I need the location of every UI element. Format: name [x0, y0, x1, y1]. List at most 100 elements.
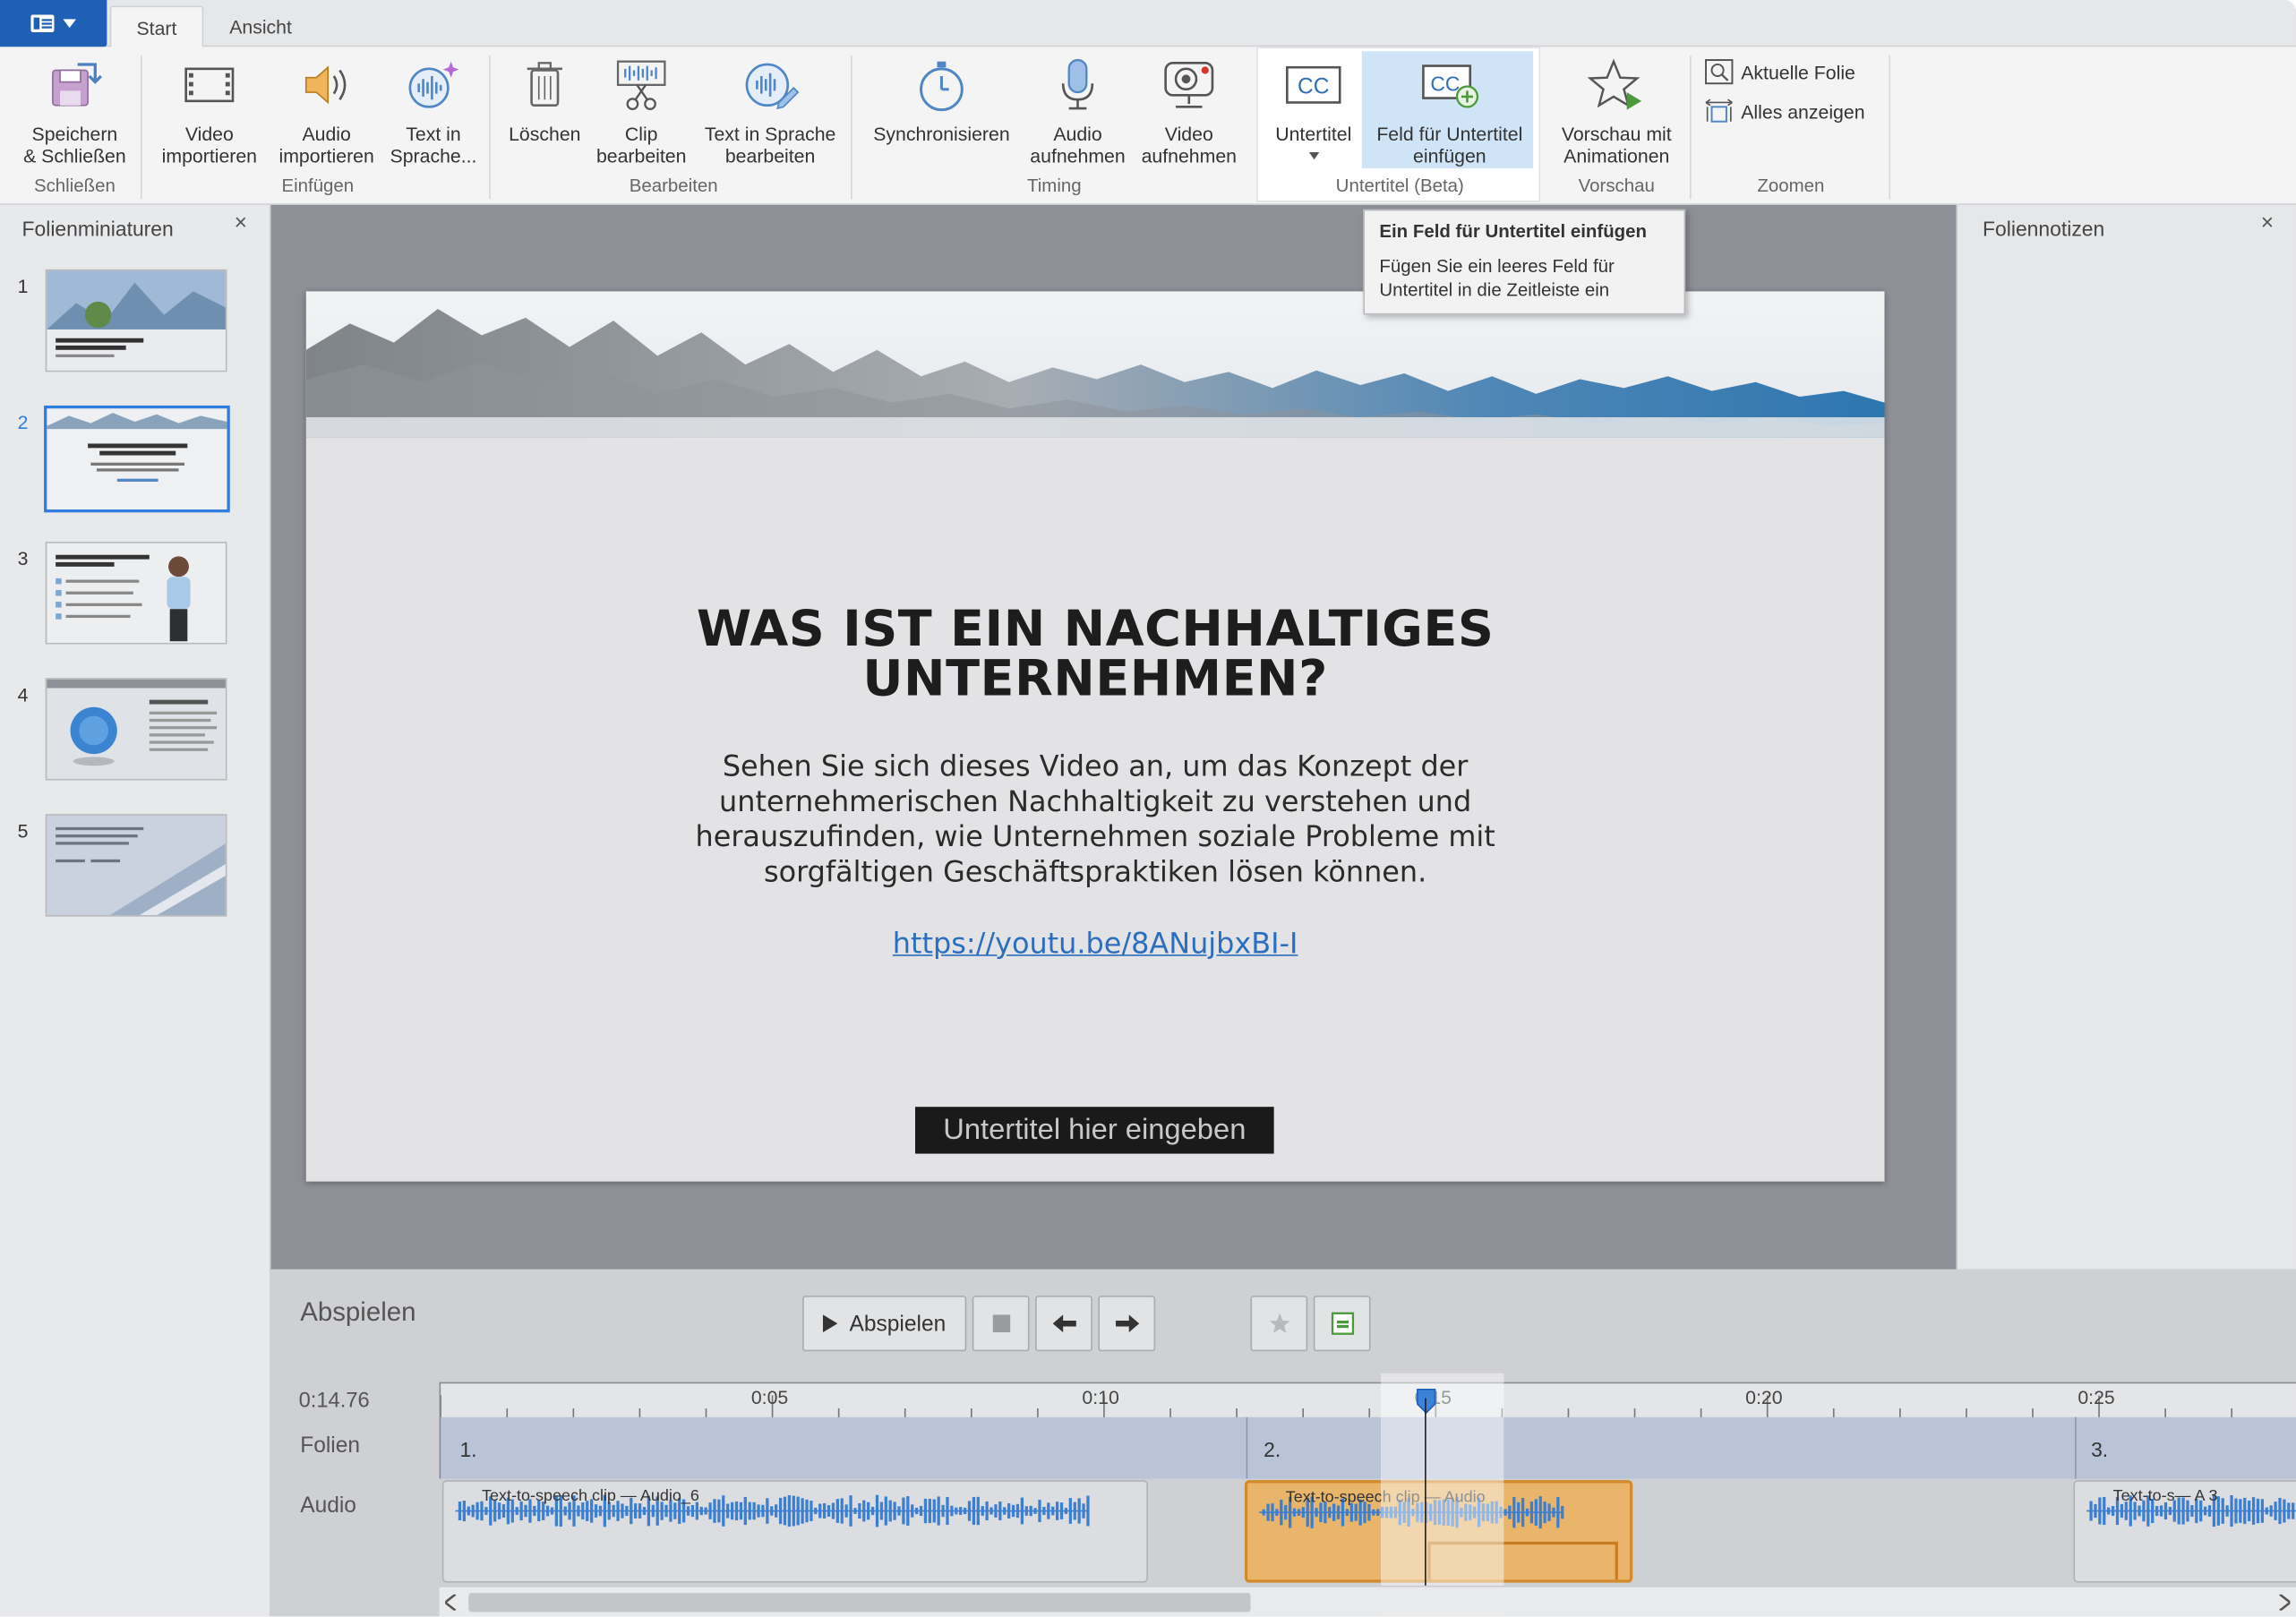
- waveform-bar: [770, 1506, 774, 1516]
- subtitles-button[interactable]: CC Untertitel: [1265, 47, 1362, 178]
- waveform-bar: [515, 1507, 518, 1515]
- waveform-bar: [1020, 1497, 1024, 1525]
- thumbnail-number: 5: [17, 819, 29, 843]
- audio-import-button[interactable]: Audio importieren: [270, 47, 384, 178]
- record-audio-button[interactable]: Audio aufnehmen: [1025, 47, 1131, 178]
- waveform-bar: [1297, 1509, 1301, 1516]
- sync-button[interactable]: Synchronisieren: [861, 47, 1022, 178]
- waveform-bar: [888, 1500, 892, 1522]
- slide-title[interactable]: WAS IST EIN NACHHALTIGES UNTERNEHMEN?: [306, 604, 1885, 704]
- menu-icon: [30, 14, 55, 32]
- group-label-schliessen: Schließen: [33, 175, 116, 197]
- slide-thumbnail-3[interactable]: [45, 542, 227, 645]
- close-icon[interactable]: ×: [235, 210, 247, 235]
- edit-clip-button[interactable]: Clip bearbeiten: [592, 47, 691, 178]
- animation-star-button[interactable]: [1250, 1296, 1308, 1352]
- video-import-button[interactable]: Video importieren: [152, 47, 267, 178]
- show-all-button[interactable]: Alles anzeigen: [1704, 98, 1865, 124]
- waveform-bar: [805, 1499, 809, 1523]
- waveform-bar: [2094, 1503, 2097, 1519]
- app-menu-button[interactable]: [0, 0, 107, 47]
- preview-animations-button[interactable]: Vorschau mit Animationen: [1549, 47, 1683, 178]
- waveform-bar: [467, 1506, 470, 1516]
- waveform-bar: [1529, 1502, 1534, 1524]
- slide-canvas[interactable]: WAS IST EIN NACHHALTIGES UNTERNEHMEN? Se…: [305, 291, 1885, 1182]
- fit-all-icon: [1705, 98, 1733, 123]
- row-label-slides: Folien: [300, 1433, 361, 1459]
- waveform-bar: [1345, 1509, 1349, 1517]
- waveform-bar: [1547, 1503, 1551, 1521]
- cc-add-icon: CC: [1419, 47, 1481, 123]
- current-slide-button[interactable]: Aktuelle Folie: [1704, 58, 1855, 85]
- waveform-bar: [2159, 1505, 2163, 1517]
- waveform-bar: [1556, 1496, 1560, 1528]
- play-button[interactable]: Abspielen: [802, 1296, 967, 1352]
- tab-start[interactable]: Start: [109, 5, 204, 48]
- waveform-bar: [2225, 1505, 2229, 1517]
- ribbon-divider: [1690, 56, 1692, 200]
- waveform-bar: [955, 1507, 958, 1515]
- slide-thumbnail-5[interactable]: [45, 814, 227, 917]
- waveform-bar: [2274, 1502, 2277, 1520]
- waveform-bar: [2103, 1496, 2106, 1526]
- slide-boundary[interactable]: [1246, 1416, 1248, 1479]
- close-icon[interactable]: ×: [2261, 210, 2274, 235]
- save-icon: [46, 47, 104, 123]
- subtitle-track-button[interactable]: [1313, 1296, 1371, 1352]
- timeline-panel: Abspielen Abspielen 0:14.76 Folien Audio…: [270, 1269, 2296, 1617]
- waveform-bar: [1007, 1503, 1011, 1519]
- waveform-bar: [778, 1497, 783, 1525]
- tab-ansicht[interactable]: Ansicht: [212, 6, 309, 48]
- slide-segment-label[interactable]: 1.: [459, 1438, 476, 1461]
- waveform-bar: [1525, 1508, 1529, 1517]
- playhead[interactable]: [1425, 1398, 1426, 1586]
- waveform-bar: [524, 1504, 527, 1518]
- audio-clip[interactable]: Text-to-s— A 3: [2073, 1480, 2296, 1583]
- horizontal-scrollbar[interactable]: [439, 1585, 2296, 1617]
- stop-button[interactable]: [972, 1296, 1030, 1352]
- row-label-audio: Audio: [300, 1493, 356, 1519]
- stop-icon: [991, 1314, 1010, 1333]
- slide-body-text[interactable]: Sehen Sie sich dieses Video an, um das K…: [641, 749, 1549, 890]
- next-button[interactable]: [1098, 1296, 1156, 1352]
- waveform-bar: [766, 1498, 769, 1524]
- waveform-bar: [844, 1504, 848, 1518]
- ribbon: Speichern & Schließen Schließen Video im…: [0, 47, 2296, 205]
- time-ruler[interactable]: 0:05 0:10 0:15 0:20 0:25: [439, 1382, 2296, 1419]
- slide-thumbnail-4[interactable]: [45, 678, 227, 781]
- delete-button[interactable]: Löschen: [498, 47, 592, 178]
- waveform-bar: [752, 1502, 756, 1520]
- audio-clip[interactable]: Text-to-speech clip — Audio_6: [441, 1480, 1148, 1583]
- cc-icon: CC: [1284, 47, 1342, 123]
- scroll-right-icon[interactable]: [2278, 1594, 2291, 1611]
- scrollbar-thumb[interactable]: [468, 1593, 1251, 1613]
- waveform-bar: [1024, 1506, 1028, 1516]
- tab-bar: Start Ansicht: [0, 0, 2296, 48]
- waveform-bar: [2269, 1505, 2273, 1517]
- waveform-bar: [911, 1504, 914, 1518]
- delete-label: Löschen: [509, 123, 581, 145]
- insert-subtitle-field-button[interactable]: CC Feld für Untertitel einfügen: [1365, 47, 1535, 178]
- video-link[interactable]: https://youtu.be/8ANujbxBI-I: [306, 927, 1885, 961]
- waveform-bar: [783, 1496, 787, 1526]
- edit-tts-button[interactable]: Text in Sprache bearbeiten: [694, 47, 846, 178]
- save-close-button[interactable]: Speichern & Schließen: [12, 47, 138, 178]
- waveform-bar: [757, 1504, 760, 1518]
- slide-thumbnail-1[interactable]: [45, 269, 227, 372]
- subtitle-input-field[interactable]: Untertitel hier eingeben: [915, 1107, 1274, 1154]
- slide-segment-label[interactable]: 3.: [2091, 1438, 2108, 1461]
- waveform-bar: [1280, 1499, 1283, 1526]
- slide-segment-label[interactable]: 2.: [1264, 1438, 1281, 1461]
- slide-thumbnail-2[interactable]: [44, 405, 230, 513]
- slide-boundary[interactable]: [2075, 1416, 2077, 1479]
- record-video-button[interactable]: Video aufnehmen: [1134, 47, 1245, 178]
- waveform-bar: [1011, 1504, 1015, 1518]
- waveform-bar: [827, 1505, 831, 1517]
- waveform-bar: [822, 1502, 827, 1519]
- text-to-speech-button[interactable]: Text in Sprache...: [383, 47, 483, 178]
- previous-button[interactable]: [1035, 1296, 1092, 1352]
- waveform-bar: [2111, 1506, 2115, 1517]
- waveform-bar: [875, 1494, 879, 1527]
- scroll-left-icon[interactable]: [445, 1594, 457, 1611]
- waveform-bar: [545, 1505, 550, 1517]
